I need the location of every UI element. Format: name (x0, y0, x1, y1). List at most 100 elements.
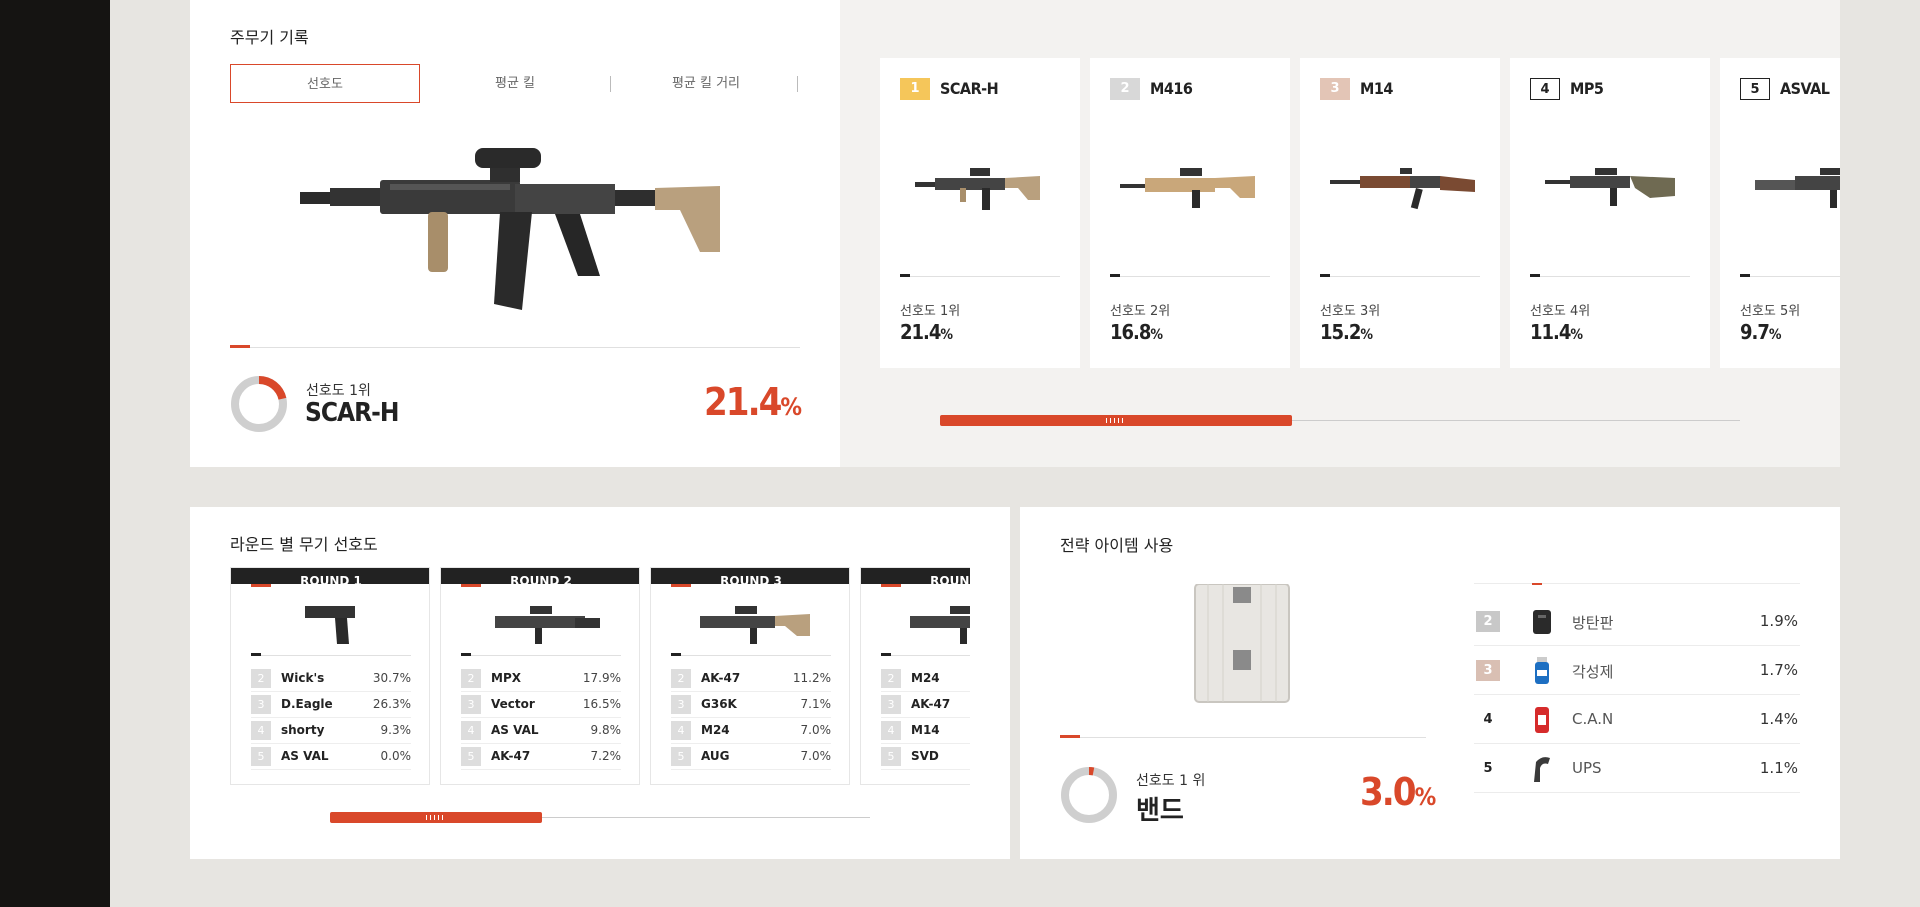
table-row[interactable]: 2 Wick's 30.7% (251, 666, 411, 692)
table-row[interactable]: 3 Vector 16.5% (461, 692, 621, 718)
list-item[interactable]: 2 방탄판 1.9% (1474, 597, 1800, 646)
rank-badge: 2 (1476, 611, 1500, 632)
weapon-name: AK-47 (491, 749, 531, 763)
weapon-pct: 16.8% (1110, 320, 1163, 344)
item-pct: 1.7% (1759, 661, 1798, 679)
rank-badge: 2 (1110, 78, 1140, 100)
weapon-name: SVD (911, 749, 939, 763)
table-row[interactable]: 5 SVD (881, 744, 970, 770)
rank-badge: 5 (251, 747, 271, 766)
table-row[interactable]: 4 AS VAL 9.8% (461, 718, 621, 744)
rank-badge: 4 (251, 721, 271, 740)
divider (1530, 276, 1690, 277)
round-track[interactable]: ROUND 1 2 Wick's 30.7% 3 D.Eagle 26.3% 4… (230, 0, 970, 907)
rank-label: 선호도 1 위 (1136, 773, 1206, 789)
weapon-pct: 7.0% (800, 749, 832, 763)
item-list-top-partial (1532, 583, 1542, 585)
scrollbar-thumb[interactable] (940, 415, 1292, 426)
rank-badge: 2 (461, 669, 481, 688)
weapon-name: MPX (491, 671, 521, 685)
armor-plate-icon (1533, 610, 1551, 634)
list-item[interactable]: 4 C.A.N 1.4% (1474, 695, 1800, 744)
item-name: UPS (1572, 759, 1602, 777)
list-item[interactable]: 3 각성제 1.7% (1474, 646, 1800, 695)
weapon-name: M14 (1360, 79, 1393, 98)
weapon-name: AS VAL (281, 749, 329, 763)
weapon-card[interactable]: 4 MP5 선호도 4위 11.4% (1510, 58, 1710, 368)
weapon-thumbnail (910, 606, 970, 644)
rank-badge: 3 (251, 695, 271, 714)
table-row[interactable]: 4 M24 7.0% (671, 718, 831, 744)
round-scrollbar[interactable] (330, 812, 870, 823)
table-row[interactable]: 4 M14 (881, 718, 970, 744)
weapon-name: AS VAL (491, 723, 539, 737)
rank-badge: 4 (671, 721, 691, 740)
table-row[interactable]: 3 G36K 7.1% (671, 692, 831, 718)
rank-badge: 5 (1740, 78, 1770, 100)
divider (1740, 276, 1840, 277)
round-header: ROUND 2 (441, 568, 639, 584)
weapon-pct: 17.9% (582, 671, 621, 685)
list-item[interactable]: 5 UPS 1.1% (1474, 744, 1800, 793)
weapon-name: MP5 (1570, 79, 1604, 98)
rank-badge: 4 (461, 721, 481, 740)
table-row[interactable]: 3 D.Eagle 26.3% (251, 692, 411, 718)
weapon-pct: 15.2% (1320, 320, 1373, 344)
item-pct: 1.1% (1759, 759, 1798, 777)
table-row[interactable]: 2 AK-47 11.2% (671, 666, 831, 692)
weapon-pct: 11.2% (792, 671, 831, 685)
rank-badge: 5 (461, 747, 481, 766)
table-row[interactable]: 3 AK-47 (881, 692, 970, 718)
weapon-name: M14 (911, 723, 940, 737)
stimulant-icon (1535, 657, 1549, 684)
rank-badge: 2 (251, 669, 271, 688)
weapon-pct: 7.2% (590, 749, 622, 763)
weapon-card[interactable]: 2 M416 선호도 2위 16.8% (1090, 58, 1290, 368)
rank-label: 선호도 2위 (1110, 304, 1171, 319)
weapon-pct: 7.1% (800, 697, 832, 711)
scrollbar-thumb[interactable] (330, 812, 542, 823)
weapon-card[interactable]: 5 ASVAL 선호도 5위 9.7% (1720, 58, 1840, 368)
rank-badge: 3 (881, 695, 901, 714)
table-row[interactable]: 2 M24 (881, 666, 970, 692)
round-card[interactable]: ROUND 1 2 Wick's 30.7% 3 D.Eagle 26.3% 4… (230, 567, 430, 785)
rank-badge: 3 (1320, 78, 1350, 100)
carousel-scrollbar[interactable] (940, 415, 1740, 426)
rank-badge: 4 (1483, 712, 1493, 727)
divider (1110, 276, 1270, 277)
table-row[interactable]: 5 AS VAL 0.0% (251, 744, 411, 770)
featured-item-name: 밴드 (1136, 796, 1184, 826)
table-row[interactable]: 4 shorty 9.3% (251, 718, 411, 744)
weapon-name: AK-47 (911, 697, 951, 711)
table-row[interactable]: 5 AK-47 7.2% (461, 744, 621, 770)
item-pct: 1.9% (1759, 612, 1798, 630)
rank-label: 선호도 5위 (1740, 304, 1801, 319)
divider (1320, 276, 1480, 277)
top-weapons-panel: 1 SCAR-H 선호도 1위 21.4% 2 M416 선호도 2위 16.8… (840, 0, 1840, 467)
can-icon (1535, 707, 1549, 733)
rank-badge: 3 (1476, 660, 1500, 681)
rank-label: 선호도 3위 (1320, 304, 1381, 319)
divider (671, 655, 831, 656)
weapon-pct: 16.5% (582, 697, 621, 711)
rank-badge: 5 (1483, 761, 1493, 776)
top-weapons-track[interactable]: 1 SCAR-H 선호도 1위 21.4% 2 M416 선호도 2위 16.8… (840, 0, 1840, 467)
weapon-name: M24 (911, 671, 940, 685)
left-rail (0, 0, 110, 907)
bandage-icon (1194, 584, 1290, 703)
weapon-name: M24 (701, 723, 730, 737)
weapon-name: shorty (281, 723, 325, 737)
round-card[interactable]: ROUND 4 2 M24 3 AK-47 4 M14 5 SVD (860, 567, 970, 785)
divider (461, 655, 621, 656)
weapon-thumbnail (1120, 168, 1255, 208)
round-header: ROUND 3 (651, 568, 849, 584)
weapon-pct: 9.8% (590, 723, 622, 737)
table-row[interactable]: 5 AUG 7.0% (671, 744, 831, 770)
round-card[interactable]: ROUND 3 2 AK-47 11.2% 3 G36K 7.1% 4 M24 … (650, 567, 850, 785)
rank-badge: 2 (881, 669, 901, 688)
weapon-card[interactable]: 3 M14 선호도 3위 15.2% (1300, 58, 1500, 368)
round-card[interactable]: ROUND 2 2 MPX 17.9% 3 Vector 16.5% 4 AS … (440, 567, 640, 785)
progress-tick (881, 653, 891, 656)
table-row[interactable]: 2 MPX 17.9% (461, 666, 621, 692)
item-name: 방탄판 (1572, 614, 1614, 632)
